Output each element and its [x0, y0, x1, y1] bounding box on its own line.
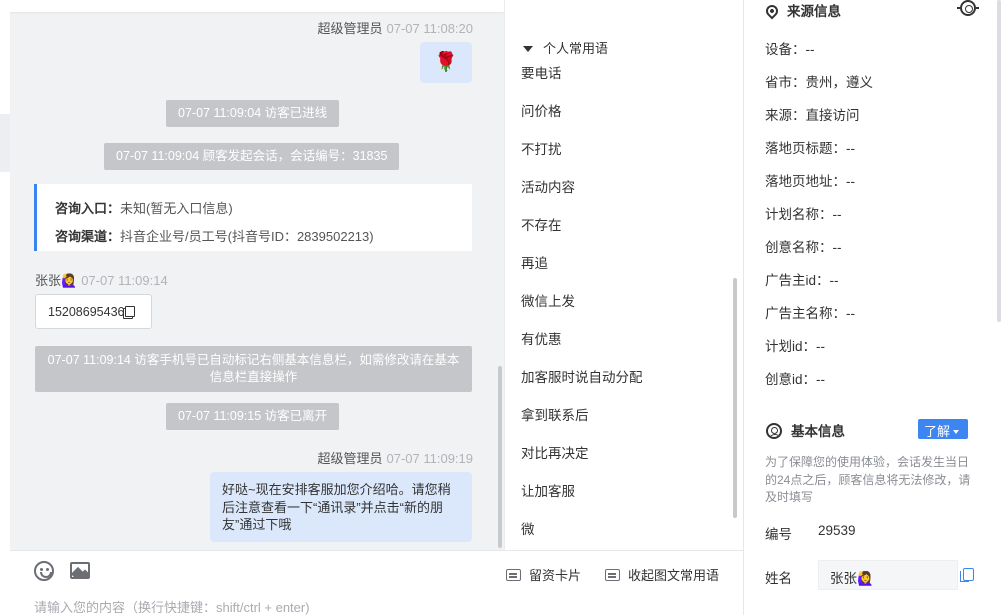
phrases-scrollbar[interactable] [733, 278, 737, 518]
consult-channel-label: 咨询渠道： [55, 229, 121, 244]
source-advertiser-id: 广告主id：-- [765, 273, 839, 288]
card-icon [506, 569, 521, 581]
agent-reply-bubble: 好哒~现在安排客服加您介绍哈。请您稍后注意查看一下“通讯录”并点击“新的朋友”通… [210, 472, 472, 542]
source-advertiser-name: 广告主名称：-- [765, 306, 855, 321]
source-creative-name: 创意名称：-- [765, 240, 842, 255]
source-plan-id: 计划id：-- [765, 339, 825, 354]
phrase-item[interactable]: 对比再决定 [521, 442, 589, 462]
phrase-item[interactable]: 让加客服 [521, 480, 575, 500]
source-creative-id: 创意id：-- [765, 372, 825, 387]
common-phrases-panel: 个人常用语 要电话 问价格 不打扰 活动内容 不存在 再追 微信上发 有优惠 加… [504, 0, 743, 550]
consult-info-card: 咨询入口：未知(暂无入口信息) 咨询渠道：抖音企业号/员工号(抖音号ID：283… [34, 184, 472, 251]
learn-more-dropdown[interactable]: 了解 [918, 419, 968, 439]
phone-number: 15208695436 [48, 305, 125, 319]
side-scrollbar[interactable] [997, 0, 1001, 322]
agent-name: 超级管理员 [317, 21, 383, 36]
source-province-city: 省市：贵州，遵义 [765, 75, 873, 90]
edit-deadline-notice: 为了保障您的使用体验，会话发生当日的24点之后，顾客信息将无法修改，请及时填写 [765, 455, 971, 504]
agent-meta-1: 超级管理员 07-07 11:08:20 [317, 18, 473, 37]
consult-channel-row: 咨询渠道：抖音企业号/员工号(抖音号ID：2839502213) [55, 223, 472, 251]
message-time: 07-07 11:09:14 [81, 273, 168, 288]
phrase-item[interactable]: 不存在 [521, 214, 562, 234]
agent-name: 超级管理员 [317, 451, 383, 466]
chat-scrollbar[interactable] [496, 0, 504, 550]
phrase-item[interactable]: 加客服时说自动分配 [521, 366, 643, 386]
customer-name-label: 姓名 [765, 571, 792, 586]
location-pin-icon [763, 2, 781, 20]
locate-icon[interactable] [957, 0, 979, 16]
visitor-meta: 张张🙋‍♀️ 07-07 11:09:14 [35, 270, 168, 289]
phrase-item[interactable]: 微 [521, 518, 535, 538]
system-message-session-start: 07-07 11:09:04 顾客发起会话，会话编号：31835 [104, 143, 400, 170]
image-icon[interactable] [70, 562, 90, 579]
collapse-phrases-button[interactable]: 收起图文常用语 [605, 565, 719, 584]
message-icon [605, 569, 620, 581]
basic-info-title: 基本信息 [766, 420, 845, 440]
consult-entry-label: 咨询入口： [55, 201, 121, 216]
copy-icon[interactable] [960, 568, 974, 582]
caret-down-icon [953, 430, 960, 434]
chat-scroll-thumb[interactable] [498, 366, 502, 548]
consult-channel-value: 抖音企业号/员工号(抖音号ID：2839502213) [120, 229, 374, 244]
phrase-item[interactable]: 不打扰 [521, 138, 562, 158]
collapse-phrases-label: 收起图文常用语 [628, 568, 720, 583]
source-device: 设备：-- [765, 42, 815, 57]
message-composer: 留资卡片 收起图文常用语 [10, 550, 743, 615]
left-panel-edge [0, 0, 10, 615]
left-panel-tab[interactable] [0, 114, 10, 172]
consult-entry-value: 未知(暂无入口信息) [120, 201, 233, 216]
message-time: 07-07 11:08:20 [386, 21, 474, 36]
system-message-visitor-entered: 07-07 11:09:04 访客已进线 [166, 100, 340, 127]
customer-name-field[interactable]: 张张🙋‍♀️ [818, 560, 958, 590]
chat-panel: 超级管理员 07-07 11:08:20 🌹 07-07 11:09:04 访客已… [10, 0, 504, 550]
caret-down-icon [523, 46, 533, 52]
lead-card-button[interactable]: 留资卡片 [506, 565, 581, 584]
source-landing-url: 落地页地址：-- [765, 174, 855, 189]
phrases-group-title: 个人常用语 [543, 41, 609, 56]
learn-more-label: 了解 [924, 424, 951, 439]
source-origin: 来源：直接访问 [765, 108, 860, 123]
phrase-item[interactable]: 再追 [521, 252, 548, 272]
message-time: 07-07 11:09:19 [386, 451, 474, 466]
agent-meta-2: 超级管理员 07-07 11:09:19 [317, 448, 473, 467]
system-message-visitor-left: 07-07 11:09:15 访客已离开 [166, 403, 340, 430]
source-info-title: 来源信息 [763, 0, 841, 20]
phrases-group-header[interactable]: 个人常用语 [523, 38, 608, 57]
message-input[interactable] [34, 598, 724, 615]
phrase-item[interactable]: 活动内容 [521, 176, 575, 196]
phrase-item[interactable]: 要电话 [521, 62, 562, 82]
phrase-item[interactable]: 问价格 [521, 100, 562, 120]
phrase-item[interactable]: 有优惠 [521, 328, 562, 348]
lead-card-label: 留资卡片 [529, 568, 582, 583]
basic-info-label: 基本信息 [791, 424, 845, 439]
consult-entry-row: 咨询入口：未知(暂无入口信息) [55, 195, 472, 223]
copy-icon[interactable] [125, 306, 136, 317]
agent-emoji-bubble: 🌹 [420, 42, 472, 83]
source-info-label: 来源信息 [787, 4, 841, 19]
visitor-phone-message[interactable]: 15208695436 [35, 294, 152, 329]
customer-id-value: 29539 [818, 523, 856, 538]
customer-id-label: 编号 [765, 527, 792, 542]
rose-emoji: 🌹 [434, 52, 458, 73]
phrase-item[interactable]: 微信上发 [521, 290, 575, 310]
customer-info-panel: 来源信息 设备：-- 省市：贵州，遵义 来源：直接访问 落地页标题：-- 落地页… [743, 0, 1002, 615]
emoji-icon[interactable] [34, 561, 54, 581]
source-landing-title: 落地页标题：-- [765, 141, 855, 156]
user-icon [766, 423, 782, 439]
source-plan-name: 计划名称：-- [765, 207, 842, 222]
system-message-phone-marked: 07-07 11:09:14 访客手机号已自动标记右侧基本信息栏，如需修改请在基… [35, 346, 472, 392]
phrase-item[interactable]: 拿到联系后 [521, 404, 589, 424]
visitor-name: 张张🙋‍♀️ [35, 273, 78, 288]
chat-header-bar [10, 0, 504, 12]
